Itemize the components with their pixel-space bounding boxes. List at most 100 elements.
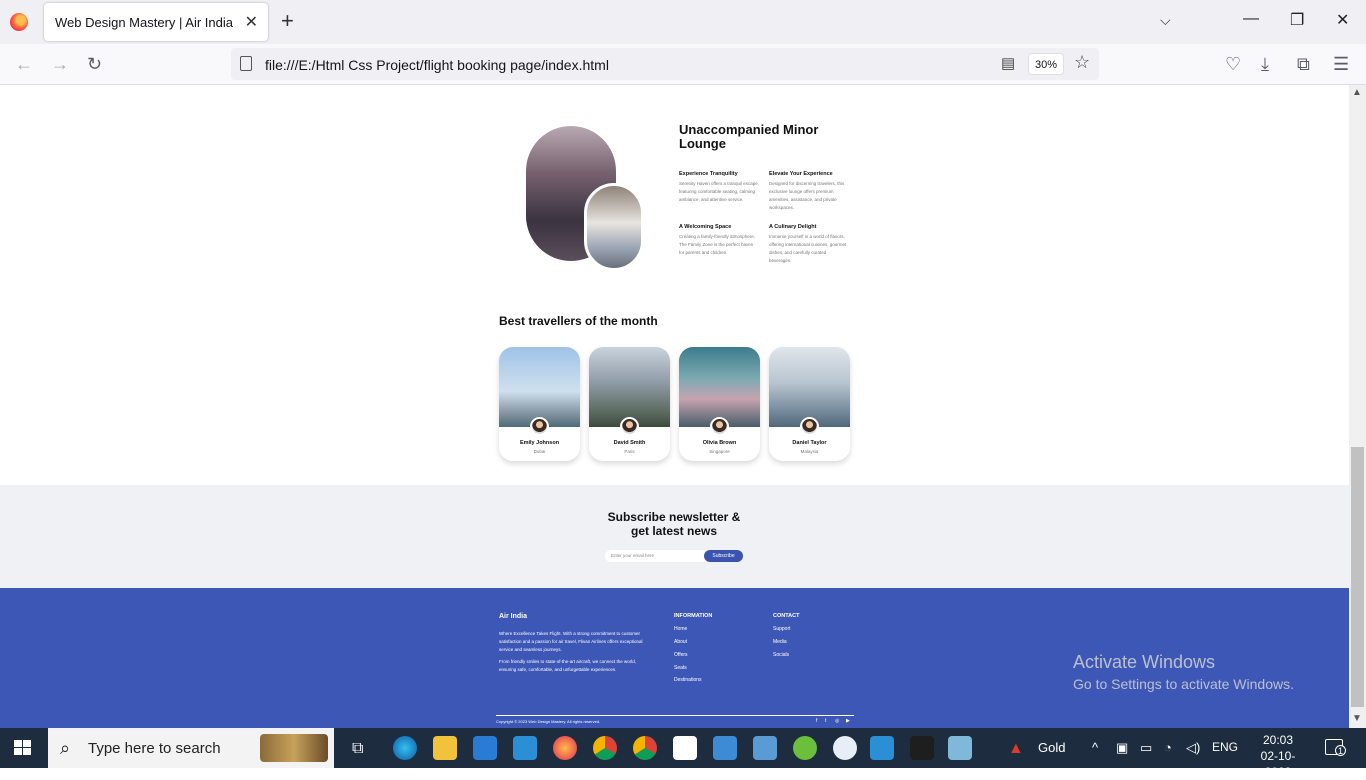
search-icon: ⌕ xyxy=(60,738,71,758)
footer-link[interactable]: Offers xyxy=(674,652,688,658)
reader-view-icon[interactable]: ▤ xyxy=(1001,54,1015,72)
chrome-profile-icon[interactable] xyxy=(633,736,657,760)
footer-link[interactable]: Media xyxy=(773,639,787,645)
meet-icon[interactable]: ▣ xyxy=(1116,740,1128,756)
footer-link[interactable]: Seats xyxy=(674,665,687,671)
language-indicator[interactable]: ENG xyxy=(1212,740,1238,754)
close-tab-icon[interactable]: ✕ xyxy=(245,12,258,32)
search-highlight-image xyxy=(260,734,328,762)
feature-heading: Experience Tranquility xyxy=(679,171,738,177)
twitter-icon[interactable]: t xyxy=(825,718,826,724)
newsletter-title-line1: Subscribe newsletter & xyxy=(607,510,741,524)
notification-icon[interactable]: 1 xyxy=(1325,739,1346,756)
travellers-title: Best travellers of the month xyxy=(499,314,658,328)
minimize-icon[interactable]: — xyxy=(1243,10,1259,28)
facebook-icon[interactable]: f xyxy=(816,718,817,724)
app-a-icon[interactable] xyxy=(833,736,857,760)
forward-icon[interactable]: → xyxy=(51,54,69,75)
chevron-down-icon[interactable]: ⌵ xyxy=(1160,12,1171,29)
traveller-card[interactable]: Emily Johnson Dubai xyxy=(499,347,580,461)
app-cube-icon[interactable] xyxy=(713,736,737,760)
lounge-person-image xyxy=(584,183,644,271)
traveller-card[interactable]: David Smith Paris xyxy=(589,347,670,461)
avatar xyxy=(620,417,639,436)
destination-image xyxy=(589,347,670,427)
feature-text: Creating a family-friendly atmosphere, T… xyxy=(679,234,756,255)
browser-tab[interactable]: Web Design Mastery | Air India ✕ xyxy=(44,3,268,41)
bookmark-star-icon[interactable]: ☆ xyxy=(1074,52,1090,73)
clock[interactable]: 20:03 02-10-2023 xyxy=(1249,732,1307,780)
email-placeholder: Enter your email here xyxy=(611,553,655,558)
newsletter-section: Subscribe newsletter & get latest news E… xyxy=(0,485,1349,588)
footer-heading-information: INFORMATION xyxy=(674,613,713,619)
store-icon[interactable] xyxy=(473,736,497,760)
firefox-taskbar-icon[interactable] xyxy=(553,736,577,760)
feature-block: A Welcoming Space Creating a family-frie… xyxy=(679,224,759,257)
clock-date: 02-10-2023 xyxy=(1260,749,1296,779)
vscode-icon[interactable] xyxy=(870,736,894,760)
footer-divider xyxy=(496,715,854,716)
wifi-icon[interactable]: ◔ xyxy=(1164,740,1172,755)
reload-icon[interactable]: ↻ xyxy=(87,54,102,75)
feature-heading: Elevate Your Experience xyxy=(769,171,833,177)
traveller-name: Daniel Taylor xyxy=(792,440,827,446)
feature-text: Immerse yourself in a world of flavors, … xyxy=(769,234,847,263)
edge-icon[interactable] xyxy=(393,736,417,760)
taskbar-search[interactable]: ⌕ Type here to search xyxy=(48,728,334,768)
leaf-app-icon[interactable] xyxy=(793,736,817,760)
traveller-card[interactable]: Olivia Brown Singapore xyxy=(679,347,760,461)
close-window-icon[interactable]: ✕ xyxy=(1336,10,1349,30)
url-text[interactable]: file:///E:/Html Css Project/flight booki… xyxy=(265,57,609,73)
youtube-icon[interactable]: ▶ xyxy=(846,718,850,724)
app-glass-icon[interactable] xyxy=(948,736,972,760)
footer-link[interactable]: Home xyxy=(674,626,687,632)
restore-icon[interactable]: ❐ xyxy=(1290,10,1304,30)
footer-link[interactable]: Socials xyxy=(773,652,789,658)
task-view-icon[interactable]: ⧉ xyxy=(352,740,363,758)
scroll-down-icon[interactable]: ▼ xyxy=(1352,713,1362,724)
scroll-thumb[interactable] xyxy=(1351,447,1364,707)
pocket-icon[interactable]: ♡ xyxy=(1225,54,1241,75)
app-cube2-icon[interactable] xyxy=(753,736,777,760)
menu-icon[interactable]: ☰ xyxy=(1333,54,1349,75)
file-explorer-icon[interactable] xyxy=(433,736,457,760)
tab-title: Web Design Mastery | Air India xyxy=(55,15,233,30)
mail-icon[interactable] xyxy=(513,736,537,760)
zoom-level[interactable]: 30% xyxy=(1028,53,1064,75)
footer-heading-contact: CONTACT xyxy=(773,613,800,619)
weather-text[interactable]: Gold xyxy=(1038,740,1065,755)
page-viewport: Unaccompanied Minor Lounge Experience Tr… xyxy=(0,85,1349,728)
traveller-name: Emily Johnson xyxy=(519,440,560,446)
footer-link[interactable]: Destinations xyxy=(674,677,702,683)
scroll-up-icon[interactable]: ▲ xyxy=(1352,87,1362,98)
chevron-up-icon[interactable]: ^ xyxy=(1092,740,1098,755)
footer-description: Where Excellence Takes Flight. With a st… xyxy=(499,631,643,652)
taskbar: ⌕ Type here to search ⧉ ▲ Gold ^ ▣ ▭ ◔ ◁… xyxy=(0,728,1366,779)
notification-count: 1 xyxy=(1335,745,1346,756)
feature-heading: A Welcoming Space xyxy=(679,224,732,230)
vertical-scrollbar[interactable]: ▲ ▼ xyxy=(1349,85,1366,728)
newsletter-title-line2: get latest news xyxy=(630,524,718,538)
figma-icon[interactable] xyxy=(910,736,934,760)
traveller-city: Singapore xyxy=(709,449,730,454)
url-bar[interactable]: file:///E:/Html Css Project/flight booki… xyxy=(231,48,1099,80)
download-icon[interactable]: ⤓ xyxy=(1261,54,1269,75)
new-tab-icon[interactable]: + xyxy=(281,9,294,33)
lounge-title: Unaccompanied Minor Lounge xyxy=(679,122,819,151)
footer-link[interactable]: About xyxy=(674,639,687,645)
traveller-card[interactable]: Daniel Taylor Malaysia xyxy=(769,347,850,461)
footer-link[interactable]: Support xyxy=(773,626,791,632)
chrome-icon[interactable] xyxy=(593,736,617,760)
power-icon[interactable]: ▭ xyxy=(1140,740,1152,756)
back-icon[interactable]: ← xyxy=(15,54,33,75)
weather-icon: ▲ xyxy=(1008,740,1024,757)
volume-icon[interactable]: ◁) xyxy=(1186,740,1200,756)
destination-image xyxy=(769,347,850,427)
traveller-name: David Smith xyxy=(613,440,646,446)
feature-text: Designed for discerning travelers, this … xyxy=(769,181,845,210)
extensions-icon[interactable]: ⧉ xyxy=(1297,54,1310,75)
instagram-icon[interactable]: ◎ xyxy=(835,718,839,724)
windows-start-icon[interactable] xyxy=(14,740,32,756)
subscribe-button[interactable]: Subscribe xyxy=(704,550,743,562)
document-icon[interactable] xyxy=(673,736,697,760)
